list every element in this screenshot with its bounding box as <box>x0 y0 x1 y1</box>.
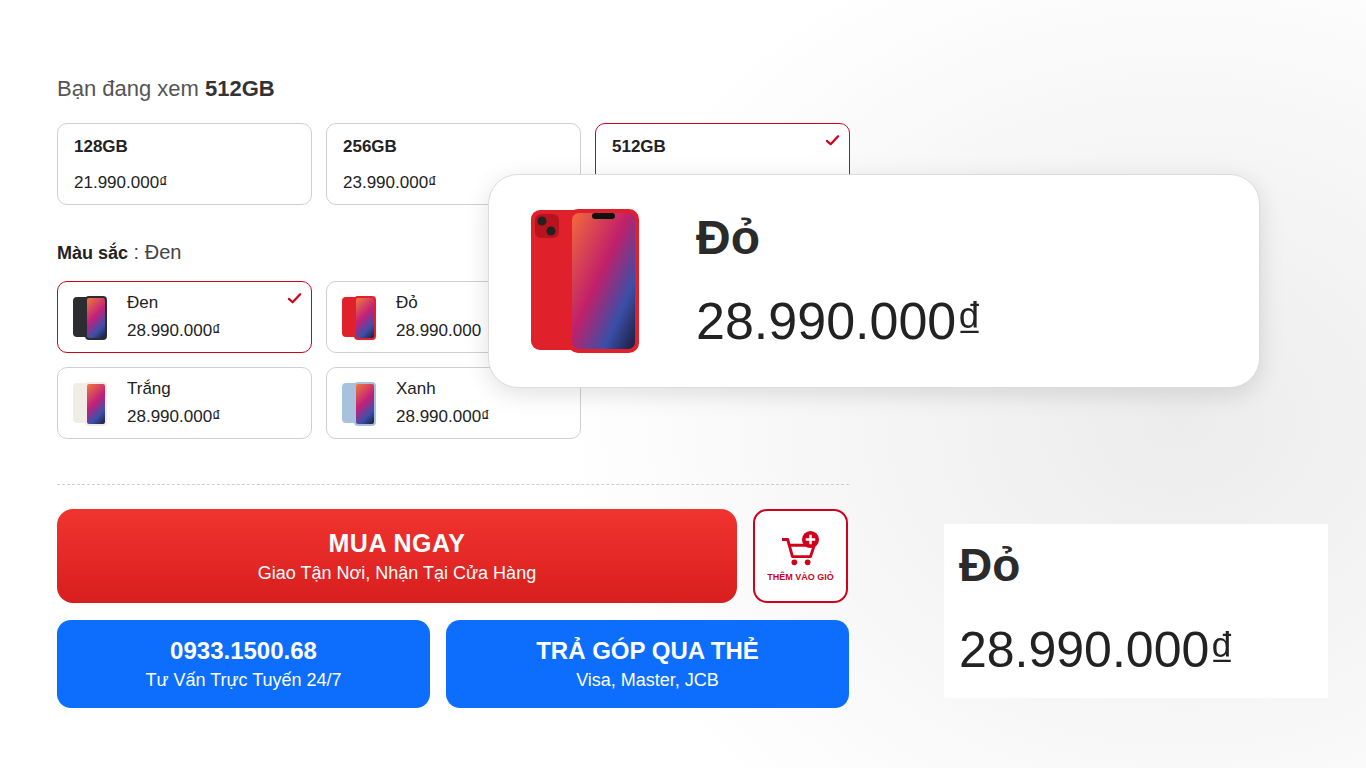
color-option[interactable]: Trắng 28.990.000₫ <box>57 367 312 439</box>
storage-label: 128GB <box>74 136 297 158</box>
color-name: Trắng <box>127 378 221 400</box>
color-name: Đỏ <box>396 292 481 314</box>
zoom-color-name: Đỏ <box>696 210 983 266</box>
installment-button[interactable]: TRẢ GÓP QUA THẺVisa, Master, JCB <box>446 620 849 708</box>
color-option[interactable]: Đen 28.990.000₫ <box>57 281 312 353</box>
color-price: 28.990.000₫ <box>127 406 221 428</box>
cart-icon <box>778 530 824 568</box>
divider <box>57 484 849 485</box>
storage-label: 256GB <box>343 136 566 158</box>
color-name: Xanh <box>396 378 490 400</box>
check-icon <box>825 133 840 148</box>
crop-price: 28.990.000₫ <box>959 620 1314 680</box>
storage-option[interactable]: 128GB 21.990.000₫ <box>57 123 312 205</box>
product-page: Bạn đang xem 512GB 128GB 21.990.000₫ 256GB 2… <box>0 0 1366 768</box>
zoom-card: Đỏ 28.990.000₫ <box>488 174 1260 388</box>
zoom-price: 28.990.000₫ <box>696 290 983 352</box>
color-name: Đen <box>127 292 221 314</box>
phone-icon <box>340 381 378 425</box>
color-price: 28.990.000 <box>396 320 481 342</box>
contact-row: 0933.1500.68Tư Vấn Trực Tuyến 24/7TRẢ GÓ… <box>57 620 849 708</box>
crop-color-name: Đỏ <box>959 538 1314 592</box>
hotline-button[interactable]: 0933.1500.68Tư Vấn Trực Tuyến 24/7 <box>57 620 430 708</box>
check-icon <box>287 291 302 306</box>
add-to-cart-button[interactable]: THÊM VÀO GIỎ <box>753 509 848 603</box>
phone-icon <box>71 295 109 339</box>
buy-now-button[interactable]: MUA NGAYGiao Tận Nơi, Nhận Tại Cửa Hàng <box>57 509 737 603</box>
viewing-label: Bạn đang xem 512GB <box>57 72 849 106</box>
buy-row: MUA NGAYGiao Tận Nơi, Nhận Tại Cửa HàngT… <box>57 509 849 603</box>
phone-icon <box>340 295 378 339</box>
phone-icon <box>530 208 640 354</box>
phone-icon <box>71 381 109 425</box>
color-price: 28.990.000₫ <box>396 406 490 428</box>
product-options: Bạn đang xem 512GB 128GB 21.990.000₫ 256GB 2… <box>57 72 849 708</box>
storage-price: 21.990.000₫ <box>74 172 297 194</box>
zoom-crop: Đỏ 28.990.000₫ <box>944 524 1328 698</box>
color-price: 28.990.000₫ <box>127 320 221 342</box>
storage-label: 512GB <box>612 136 835 158</box>
